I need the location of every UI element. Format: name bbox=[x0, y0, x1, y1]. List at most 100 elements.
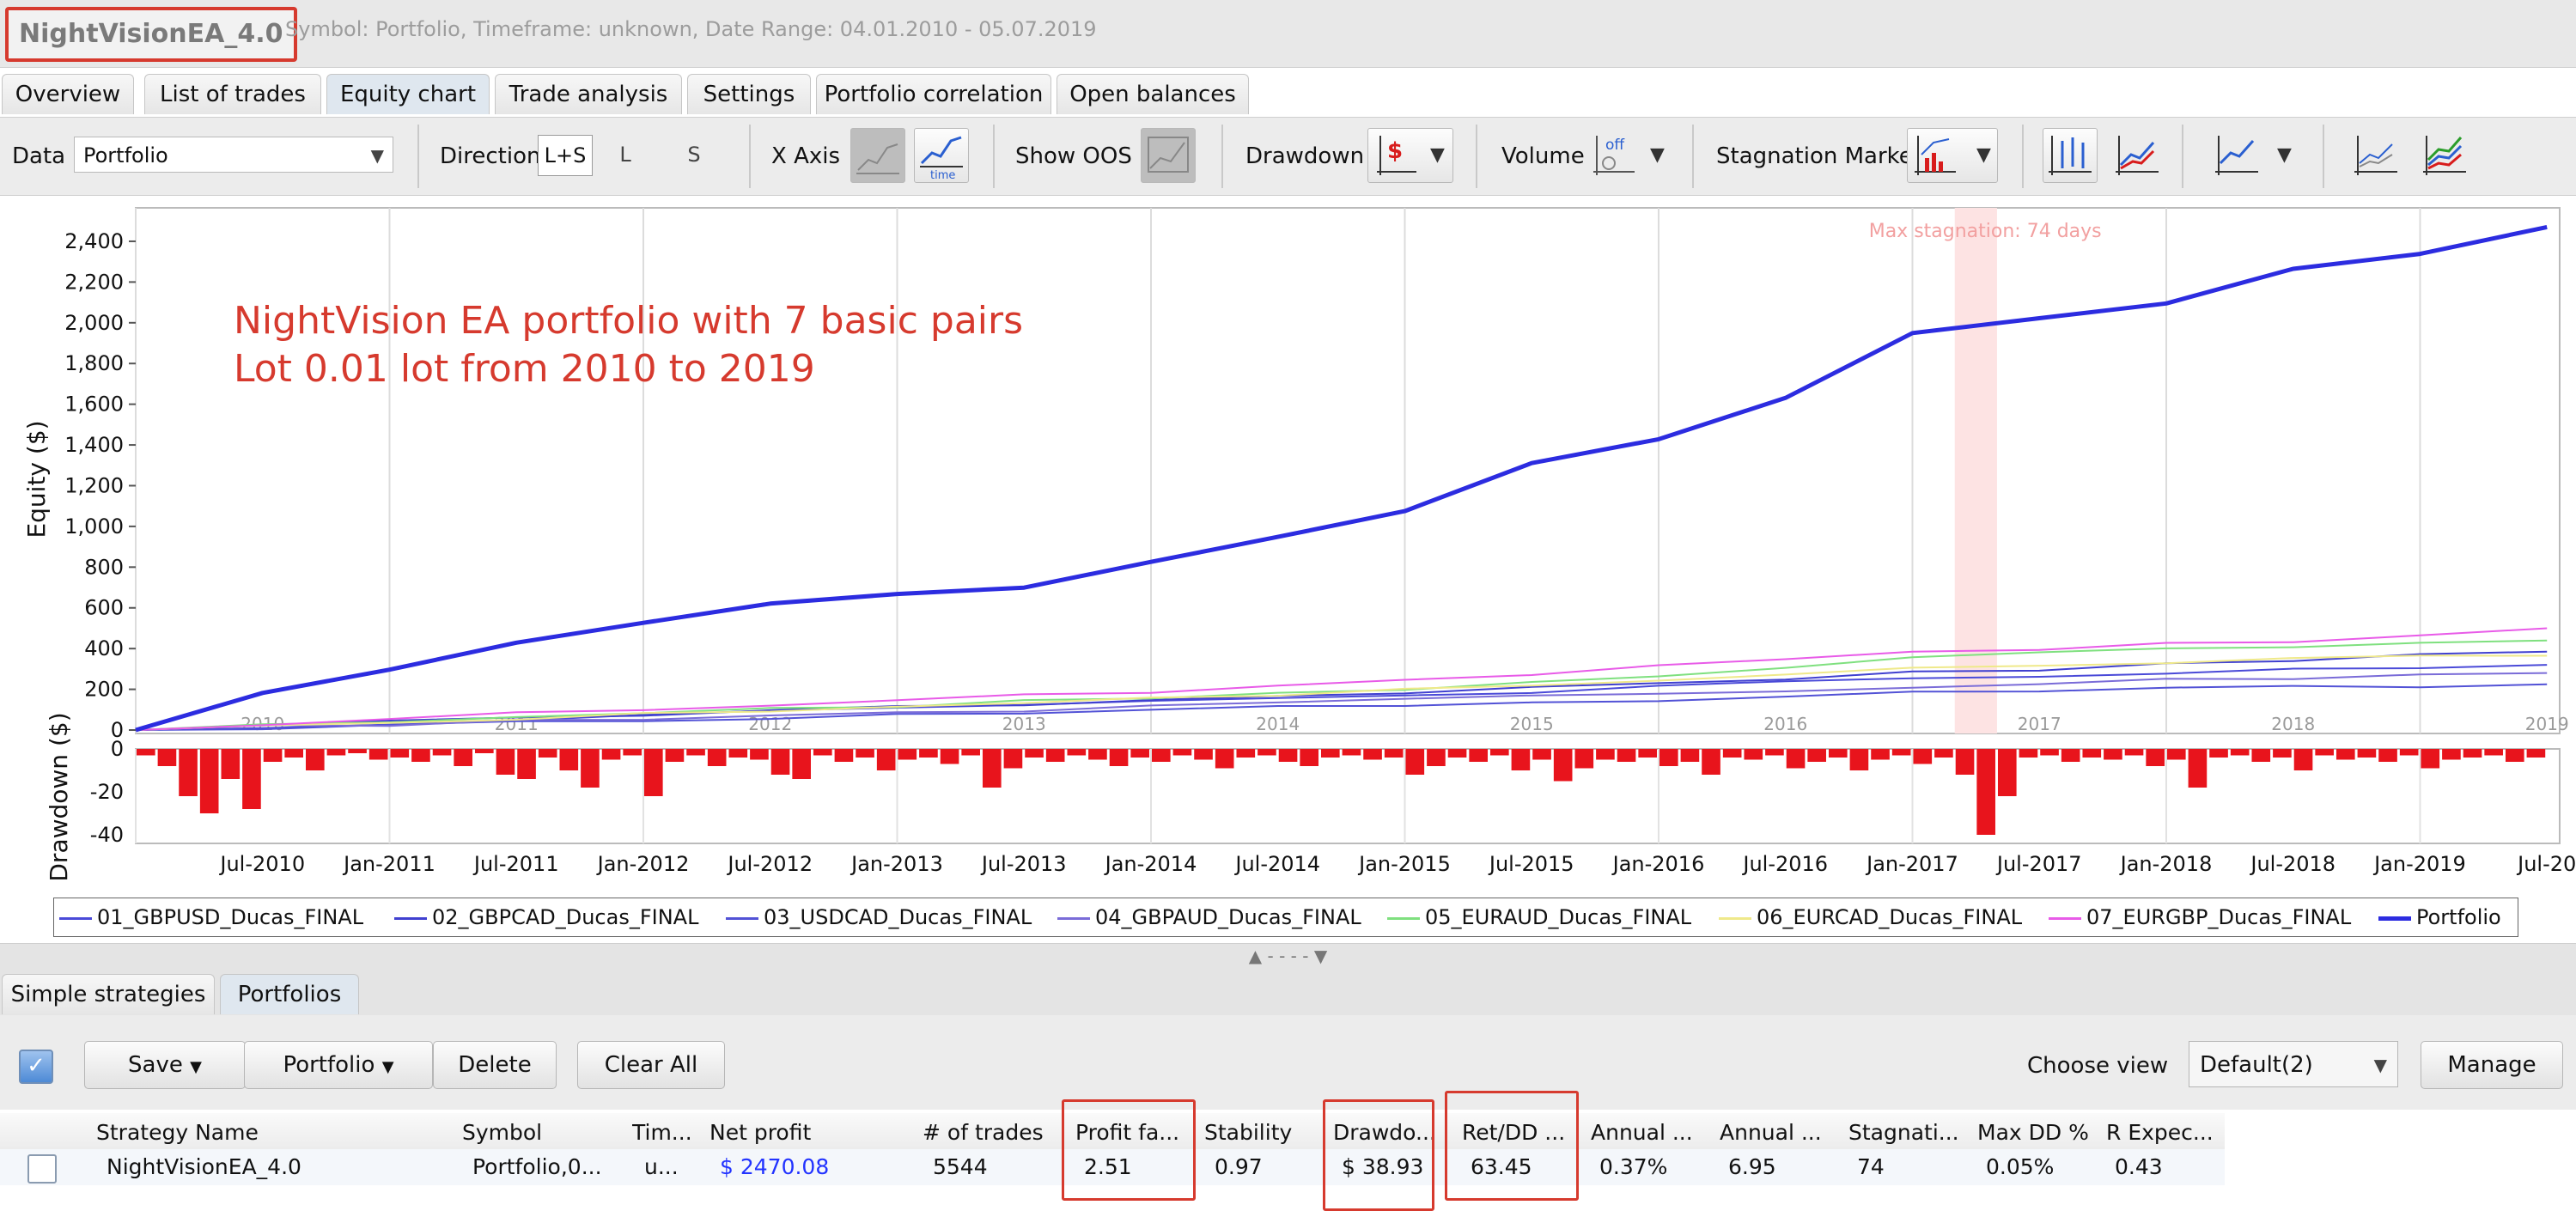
column-header[interactable]: Tim... bbox=[632, 1117, 701, 1149]
cell-annual: 6.95 bbox=[1728, 1154, 1776, 1179]
svg-text:$: $ bbox=[1387, 138, 1403, 164]
chevron-down-icon: ▼ bbox=[1650, 144, 1665, 166]
delete-button[interactable]: Delete bbox=[433, 1041, 557, 1089]
legend-swatch bbox=[2049, 916, 2081, 920]
drawdown-bar bbox=[411, 749, 430, 762]
drawdown-bar bbox=[1320, 749, 1340, 758]
portfolio-button[interactable]: Portfolio ▼ bbox=[244, 1041, 433, 1089]
svg-text:time: time bbox=[930, 169, 955, 182]
legend-label: 06_EURCAD_Ducas_FINAL bbox=[1757, 905, 2023, 929]
drawdown-bar bbox=[961, 749, 980, 756]
oos-icon[interactable] bbox=[1141, 128, 1196, 183]
chart-style-d-icon[interactable] bbox=[2348, 128, 2403, 183]
drawdown-x-tick-label: Jan-2011 bbox=[342, 852, 435, 876]
x-axis-time-icon[interactable]: time bbox=[914, 128, 969, 183]
multi-line-icon bbox=[2354, 136, 2397, 175]
chart-style-b-icon[interactable] bbox=[2110, 128, 2165, 183]
drawdown-bar bbox=[2124, 749, 2144, 756]
cell-annual-pct: 0.37% bbox=[1599, 1154, 1668, 1179]
tab-settings[interactable]: Settings bbox=[687, 74, 811, 114]
drawdown-bar bbox=[1067, 749, 1087, 756]
drawdown-bar bbox=[1744, 749, 1763, 760]
drawdown-bar bbox=[581, 749, 600, 788]
column-header[interactable]: # of trades bbox=[923, 1117, 1060, 1149]
drawdown-bar bbox=[707, 749, 727, 766]
legend-label: 02_GBPCAD_Ducas_FINAL bbox=[432, 905, 699, 929]
drawdown-bar bbox=[1553, 749, 1573, 782]
databank-toolbar: ✓ Save ▼ Portfolio ▼ Delete Clear All Ch… bbox=[0, 1015, 2576, 1110]
tab-simple-strategies[interactable]: Simple strategies bbox=[2, 974, 215, 1014]
drawdown-bar bbox=[1130, 749, 1149, 758]
x-axis-trades-icon[interactable] bbox=[850, 128, 905, 183]
column-header[interactable]: R Expec... bbox=[2106, 1117, 2218, 1149]
column-header[interactable]: Annual ... bbox=[1591, 1117, 1702, 1149]
column-header[interactable]: Annual ... bbox=[1720, 1117, 1831, 1149]
tab-list-of-trades[interactable]: List of trades bbox=[144, 74, 321, 114]
direction-long-button[interactable]: L bbox=[608, 135, 642, 174]
stagnation-marker-icon[interactable]: ▼ bbox=[1907, 128, 1998, 183]
tab-portfolio-correlation[interactable]: Portfolio correlation bbox=[816, 74, 1051, 114]
drawdown-bar bbox=[1596, 749, 1615, 760]
drawdown-bar bbox=[643, 749, 663, 796]
tab-open-balances[interactable]: Open balances bbox=[1057, 74, 1249, 114]
panel-splitter[interactable]: ▲ - - - - ▼ bbox=[0, 943, 2576, 968]
dollar-chart-icon: $ bbox=[1377, 136, 1416, 175]
drawdown-dollar-icon[interactable]: $ ▼ bbox=[1367, 128, 1453, 183]
tab-equity-chart[interactable]: Equity chart bbox=[326, 74, 490, 114]
data-select[interactable]: Portfolio ▼ bbox=[74, 137, 393, 173]
drawdown-y-tick-label: -40 bbox=[90, 823, 124, 847]
drawdown-bar bbox=[2230, 749, 2250, 756]
direction-short-button[interactable]: S bbox=[677, 135, 711, 174]
drawdown-x-tick-label: Jan-2014 bbox=[1104, 852, 1197, 876]
drawdown-bar bbox=[1384, 749, 1404, 758]
drawdown-bar bbox=[2463, 749, 2482, 758]
save-button[interactable]: Save ▼ bbox=[84, 1041, 246, 1089]
chart-style-e-icon[interactable] bbox=[2417, 128, 2472, 183]
tab-overview[interactable]: Overview bbox=[2, 74, 134, 114]
drawdown-bar bbox=[1532, 749, 1551, 760]
column-header[interactable]: Stagnati... bbox=[1848, 1117, 1960, 1149]
column-header[interactable]: Net profit bbox=[709, 1117, 907, 1149]
tab-trade-analysis[interactable]: Trade analysis bbox=[495, 74, 682, 114]
legend-label: 07_EURGBP_Ducas_FINAL bbox=[2086, 905, 2352, 929]
drawdown-bar bbox=[623, 749, 642, 756]
legend-label: Portfolio bbox=[2416, 905, 2501, 929]
drawdown-x-tick-label: Jan-2015 bbox=[1357, 852, 1451, 876]
choose-view-select[interactable]: Default(2) ▼ bbox=[2189, 1041, 2398, 1087]
cell-strategy-name: NightVisionEA_4.0 bbox=[107, 1154, 301, 1179]
year-label: 2015 bbox=[1510, 714, 1554, 734]
drawdown-bar bbox=[2421, 749, 2440, 769]
drawdown-bar bbox=[263, 749, 283, 762]
drawdown-x-tick-label: Jul-2016 bbox=[1741, 852, 1828, 876]
row-checkbox[interactable] bbox=[27, 1154, 57, 1184]
column-header[interactable]: Stability bbox=[1204, 1117, 1316, 1149]
drawdown-bar bbox=[1574, 749, 1594, 769]
drawdown-bar bbox=[2526, 749, 2546, 758]
drawdown-bar bbox=[348, 749, 367, 753]
column-header[interactable]: Max DD % bbox=[1977, 1117, 2089, 1149]
drawdown-x-tick-label: Jul-2011 bbox=[472, 852, 559, 876]
drawdown-bar bbox=[157, 749, 177, 766]
databank-tabs: Simple strategies Portfolios bbox=[0, 967, 2576, 1015]
tab-portfolios[interactable]: Portfolios bbox=[220, 974, 359, 1014]
legend-swatch bbox=[2378, 916, 2411, 921]
clear-all-button[interactable]: Clear All bbox=[577, 1041, 725, 1089]
drawdown-label: Drawdown bbox=[1245, 143, 1365, 169]
chart-style-c-icon[interactable]: ▼ bbox=[2209, 128, 2297, 183]
result-tabs: Overview List of trades Equity chart Tra… bbox=[0, 70, 2576, 115]
drawdown-bar bbox=[1236, 749, 1256, 758]
data-label: Data bbox=[12, 143, 66, 169]
chart-style-a-icon[interactable] bbox=[2043, 128, 2098, 183]
strategy-subtitle: Symbol: Portfolio, Timeframe: unknown, D… bbox=[285, 17, 1097, 41]
drawdown-bar bbox=[728, 749, 748, 758]
volume-off-icon[interactable]: off ▼ bbox=[1586, 128, 1670, 183]
drawdown-bar bbox=[390, 749, 410, 758]
y-tick-label: 1,600 bbox=[64, 393, 124, 417]
legend-item: 05_EURAUD_Ducas_FINAL bbox=[1387, 905, 1691, 929]
direction-ls-button[interactable]: L+S bbox=[538, 135, 593, 176]
select-all-checkbox[interactable]: ✓ bbox=[19, 1050, 53, 1084]
manage-button[interactable]: Manage bbox=[2421, 1041, 2563, 1089]
column-header[interactable]: Symbol bbox=[462, 1117, 625, 1149]
drawdown-x-tick-label: Jul-20 bbox=[2516, 852, 2576, 876]
column-header[interactable]: Strategy Name bbox=[96, 1117, 440, 1149]
